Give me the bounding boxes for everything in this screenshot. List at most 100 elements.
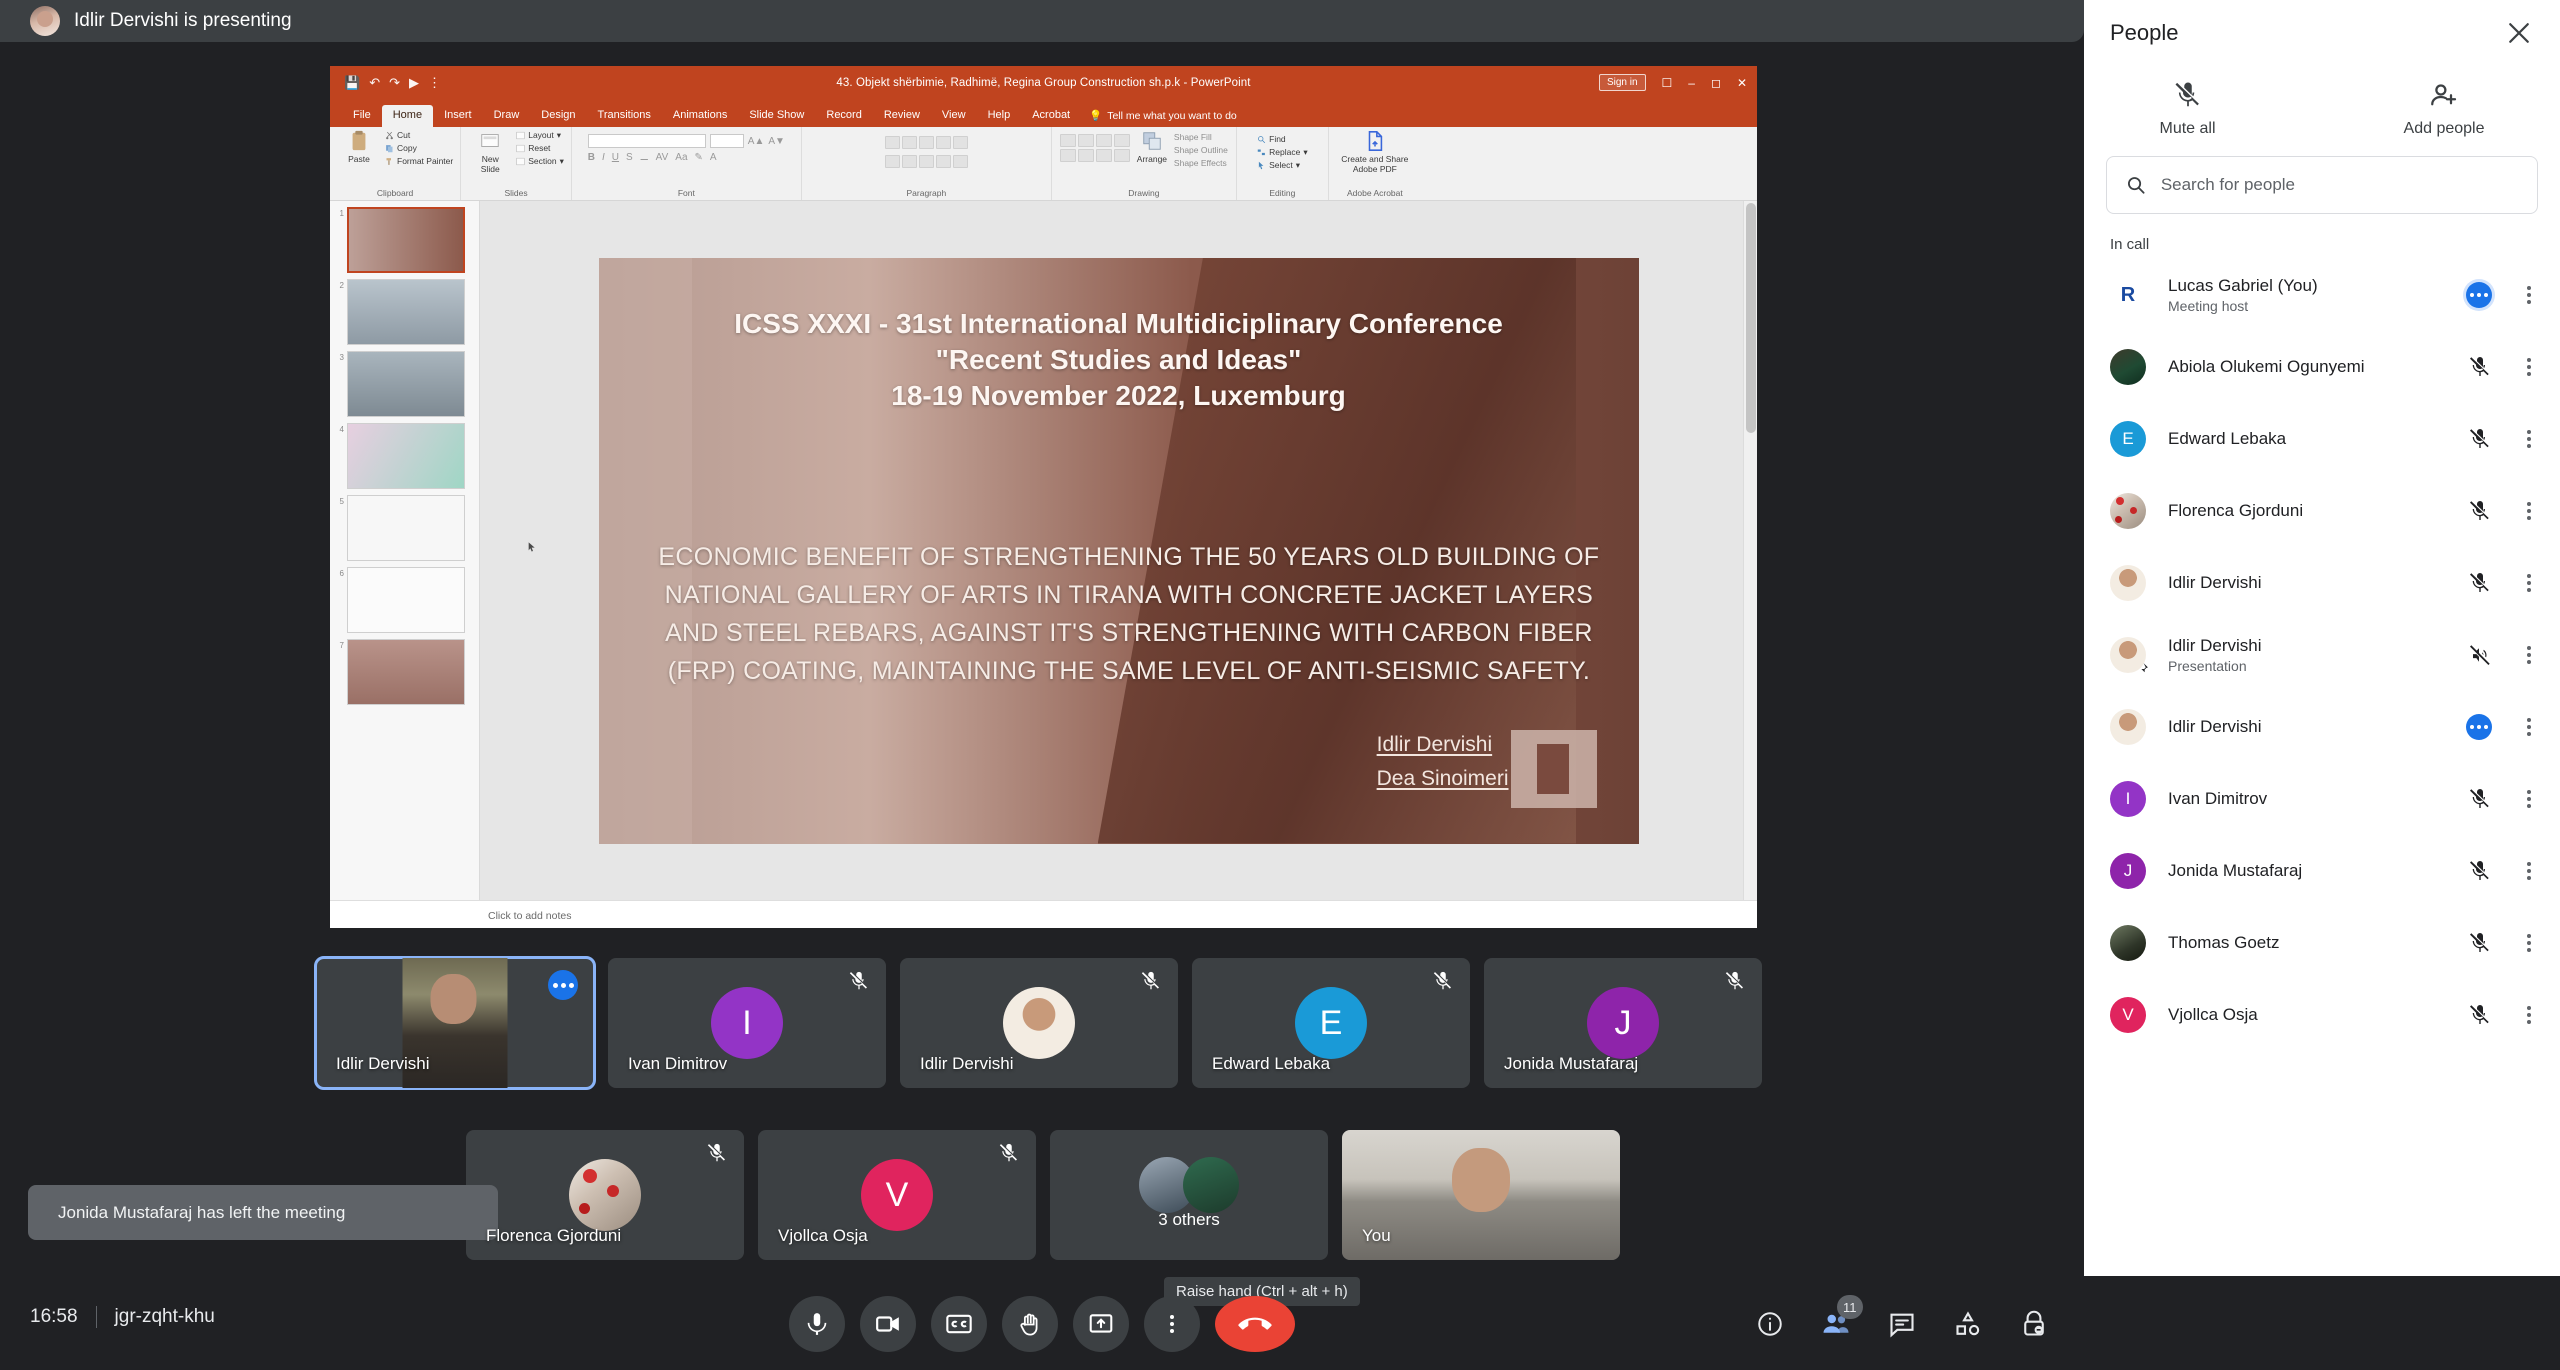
chat-button[interactable] (1886, 1308, 1918, 1340)
reset-button[interactable]: Reset (516, 143, 564, 154)
slide-thumbnail-item[interactable]: 7 (334, 639, 475, 705)
participant-row-ivan-dimitrov[interactable]: I Ivan Dimitrov (2084, 763, 2560, 835)
tile-jonida-mustafaraj[interactable]: J Jonida Mustafaraj (1484, 958, 1762, 1088)
cut-button[interactable]: Cut (385, 130, 453, 141)
participant-row-lucas-gabriel[interactable]: R Lucas Gabriel (You) Meeting host (2084, 259, 2560, 331)
slide-thumbnail-2[interactable] (347, 279, 465, 345)
search-people-box[interactable] (2106, 156, 2538, 214)
ppt-notes-pane[interactable]: Click to add notes (330, 900, 1757, 928)
copy-button[interactable]: Copy (385, 143, 453, 154)
ppt-tab-help[interactable]: Help (977, 105, 1022, 127)
tile-edward-lebaka[interactable]: E Edward Lebaka (1192, 958, 1470, 1088)
save-icon[interactable]: 💾 (344, 75, 360, 91)
slide-thumbnail-item[interactable]: 3 (334, 351, 475, 417)
participant-row-abiola-olukemi-ogunyemi[interactable]: Abiola Olukemi Ogunyemi (2084, 331, 2560, 403)
tile-idlir-dervishi-photo[interactable]: Idlir Dervishi (900, 958, 1178, 1088)
arrange-button[interactable]: Arrange (1134, 130, 1170, 164)
shape-arrow-icon[interactable] (1095, 134, 1112, 147)
ppt-quick-access-toolbar[interactable]: 💾 ↶ ↷ ▶ ⋮ (330, 75, 441, 91)
find-button[interactable]: Find (1257, 134, 1307, 145)
new-slide-button[interactable]: New Slide (468, 130, 512, 174)
participant-more-options[interactable] (2518, 500, 2540, 522)
ppt-tab-acrobat[interactable]: Acrobat (1021, 105, 1081, 127)
columns-icon[interactable] (952, 155, 968, 168)
scrollbar-thumb[interactable] (1746, 203, 1756, 433)
slide-thumbnail-6[interactable] (347, 567, 465, 633)
change-case-icon[interactable]: Aa (675, 152, 687, 163)
current-slide[interactable]: ICSS XXXI - 31st International Multidici… (598, 257, 1639, 844)
bullets-icon[interactable] (884, 136, 900, 149)
shape-rect-icon[interactable] (1059, 134, 1076, 147)
font-color-icon[interactable]: A (710, 152, 717, 163)
ppt-vertical-scrollbar[interactable] (1743, 201, 1757, 900)
shadow-icon[interactable]: S (626, 152, 633, 163)
shape-outline-button[interactable]: Shape Outline (1174, 145, 1228, 156)
increase-font-size-icon[interactable]: A▲ (748, 136, 765, 147)
font-format-buttons[interactable]: B I U S ⚊ AV Aa ✎ A (588, 152, 717, 163)
tile-you-self-view[interactable]: You (1342, 1130, 1620, 1260)
create-and-share-adobe-pdf-button[interactable]: Create and Share Adobe PDF (1336, 130, 1414, 174)
participant-row-idlir-dervishi-presentation[interactable]: Idlir Dervishi Presentation (2084, 619, 2560, 691)
captions-button[interactable] (931, 1296, 987, 1352)
ppt-tab-transitions[interactable]: Transitions (587, 105, 662, 127)
participant-more-options[interactable] (2518, 356, 2540, 378)
tile-vjollca-osja[interactable]: V Vjollca Osja (758, 1130, 1036, 1260)
shape-triangle-icon[interactable] (1059, 149, 1076, 162)
participant-more-options[interactable] (2518, 284, 2540, 306)
microphone-button[interactable] (789, 1296, 845, 1352)
participant-more-options[interactable] (2518, 788, 2540, 810)
italic-icon[interactable]: I (602, 152, 605, 163)
ppt-slide-canvas[interactable]: ICSS XXXI - 31st International Multidici… (480, 201, 1757, 900)
numbering-icon[interactable] (901, 136, 917, 149)
more-options-button[interactable] (1144, 1296, 1200, 1352)
participant-row-jonida-mustafaraj[interactable]: J Jonida Mustafaraj (2084, 835, 2560, 907)
participant-row-idlir-dervishi-2[interactable]: Idlir Dervishi (2084, 691, 2560, 763)
shape-effects-button[interactable]: Shape Effects (1174, 158, 1228, 169)
shapes-gallery[interactable] (1059, 134, 1130, 162)
participant-row-thomas-goetz[interactable]: Thomas Goetz (2084, 907, 2560, 979)
line-spacing-icon[interactable] (952, 136, 968, 149)
participant-more-options[interactable] (2518, 428, 2540, 450)
ppt-tab-record[interactable]: Record (815, 105, 872, 127)
shape-more-icon[interactable] (1113, 149, 1130, 162)
format-painter-button[interactable]: Format Painter (385, 156, 453, 167)
customize-qat-icon[interactable]: ⋮ (428, 75, 441, 91)
replace-button[interactable]: Replace ▾ (1257, 147, 1308, 158)
activities-button[interactable] (1952, 1308, 1984, 1340)
ppt-window-buttons[interactable]: Sign in ☐ – ◻ ✕ (1598, 74, 1747, 91)
slide-thumbnail-4[interactable] (347, 423, 465, 489)
slide-thumbnail-5[interactable] (347, 495, 465, 561)
slide-thumbnail-item[interactable]: 2 (334, 279, 475, 345)
shape-line-icon[interactable] (1113, 134, 1130, 147)
slide-thumbnail-item[interactable]: 5 (334, 495, 475, 561)
participant-more-options[interactable] (2518, 644, 2540, 666)
ppt-slide-thumbnail-pane[interactable]: 1 2 3 4 5 6 7 (330, 201, 480, 900)
decrease-indent-icon[interactable] (918, 136, 934, 149)
justify-icon[interactable] (935, 155, 951, 168)
paragraph-row-1[interactable] (884, 136, 968, 149)
present-now-button[interactable] (1073, 1296, 1129, 1352)
slide-thumbnail-item[interactable]: 1 (334, 207, 475, 273)
add-people-button[interactable]: Add people (2404, 80, 2485, 138)
redo-icon[interactable]: ↷ (389, 75, 400, 91)
slide-thumbnail-3[interactable] (347, 351, 465, 417)
underline-icon[interactable]: U (612, 152, 619, 163)
select-button[interactable]: Select ▾ (1257, 160, 1307, 171)
participant-more-options[interactable] (2518, 716, 2540, 738)
tile-3-others[interactable]: 3 others (1050, 1130, 1328, 1260)
participant-row-florenca-gjorduni[interactable]: Florenca Gjorduni (2084, 475, 2560, 547)
ppt-tab-insert[interactable]: Insert (433, 105, 483, 127)
increase-indent-icon[interactable] (935, 136, 951, 149)
ribbon-display-options-icon[interactable]: ☐ (1662, 76, 1673, 90)
ppt-tell-me-box[interactable]: 💡 Tell me what you want to do (1081, 104, 1245, 127)
participant-more-options[interactable] (2518, 932, 2540, 954)
camera-button[interactable] (860, 1296, 916, 1352)
paste-button[interactable]: Paste (337, 130, 381, 164)
restore-icon[interactable]: ◻ (1711, 76, 1721, 90)
character-spacing-icon[interactable]: AV (656, 152, 669, 163)
meeting-details-button[interactable] (1754, 1308, 1786, 1340)
paragraph-row-2[interactable] (884, 155, 968, 168)
ppt-ribbon[interactable]: Paste Cut Copy Format Painter Clipboard … (330, 127, 1757, 201)
tile-florenca-gjorduni[interactable]: Florenca Gjorduni (466, 1130, 744, 1260)
participant-row-idlir-dervishi-1[interactable]: Idlir Dervishi (2084, 547, 2560, 619)
